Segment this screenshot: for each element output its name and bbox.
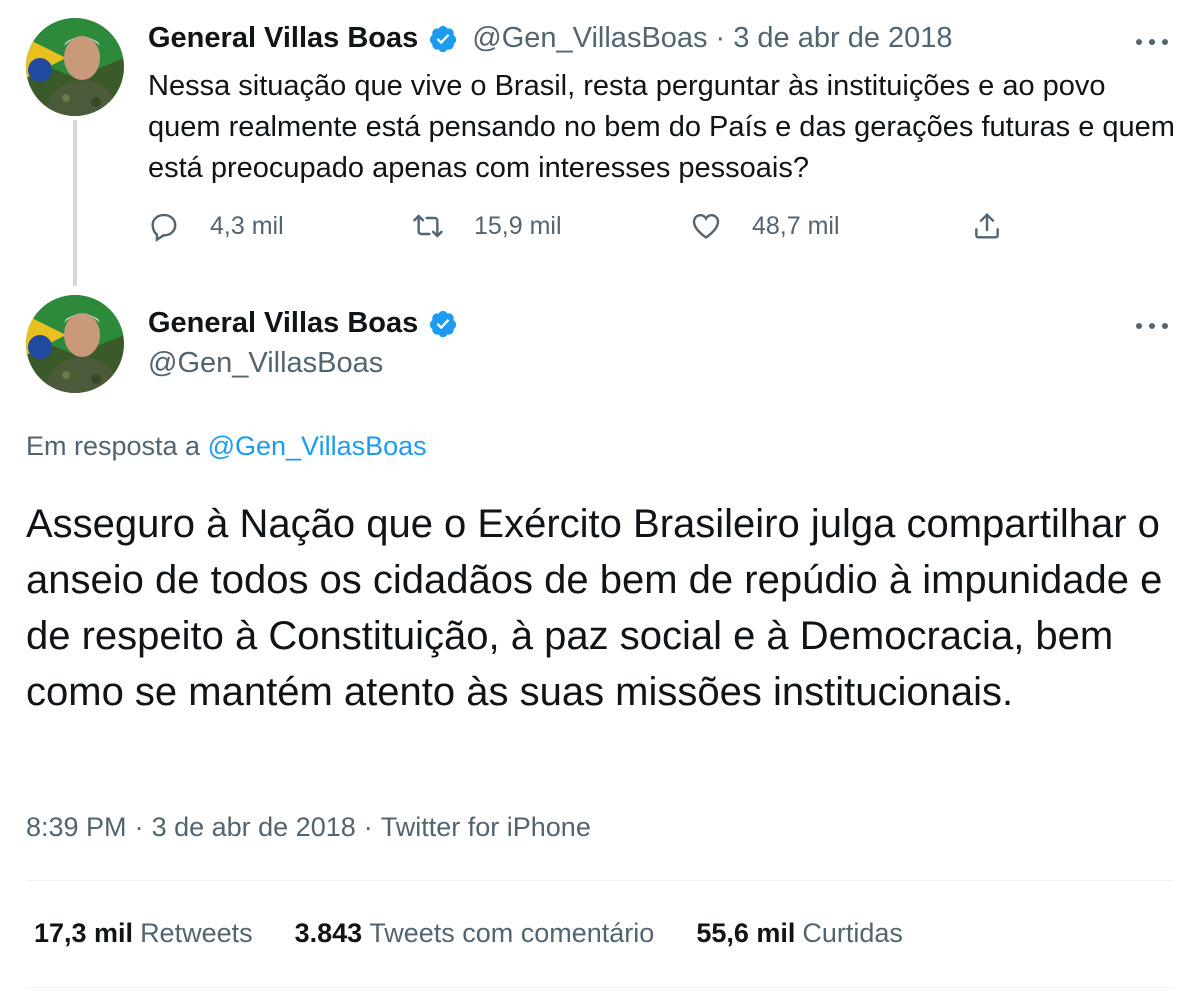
quote-tweets-stat-link[interactable]: 3.843 Tweets com comentário	[295, 918, 655, 949]
retweets-stat-link[interactable]: 17,3 mil Retweets	[34, 918, 253, 949]
tweet-stats: 17,3 mil Retweets 3.843 Tweets com comen…	[34, 918, 903, 949]
avatar-photo	[26, 295, 124, 393]
avatar[interactable]	[26, 295, 124, 393]
reply-prefix: Em resposta a	[26, 431, 201, 461]
tweet-time[interactable]: 8:39 PM	[26, 812, 127, 842]
more-options-icon[interactable]	[1136, 316, 1168, 336]
divider	[26, 987, 1174, 988]
author-display-name[interactable]: General Villas Boas	[148, 22, 418, 55]
reply-count: 4,3 mil	[210, 211, 284, 240]
share-button[interactable]	[971, 210, 1003, 242]
reply-mention-link[interactable]: @Gen_VillasBoas	[208, 431, 427, 461]
quote-tweets-count: 3.843	[294, 918, 363, 948]
tweet-source[interactable]: Twitter for iPhone	[381, 812, 591, 842]
main-tweet-text: Asseguro à Nação que o Exército Brasilei…	[26, 502, 1163, 714]
retweet-button[interactable]: 15,9 mil	[412, 210, 562, 242]
reply-icon	[148, 210, 180, 242]
main-tweet-header: General Villas Boas	[148, 307, 458, 340]
separator-dot: ·	[363, 812, 373, 842]
separator-dot: ·	[715, 22, 726, 54]
avatar[interactable]	[26, 18, 124, 116]
avatar-photo	[26, 18, 124, 116]
share-icon	[971, 210, 1003, 242]
separator-dot: ·	[134, 812, 144, 842]
more-options-icon[interactable]	[1136, 32, 1168, 52]
reply-context: Em resposta a @Gen_VillasBoas	[26, 431, 427, 462]
likes-count: 55,6 mil	[696, 918, 796, 948]
retweet-icon	[412, 210, 444, 242]
author-handle[interactable]: @Gen_VillasBoas	[148, 347, 383, 380]
likes-stat-link[interactable]: 55,6 mil Curtidas	[696, 918, 903, 949]
like-button[interactable]: 48,7 mil	[690, 210, 840, 242]
parent-tweet-header: General Villas Boas @Gen_VillasBoas · 3 …	[148, 22, 953, 55]
tweet-thread-page: General Villas Boas @Gen_VillasBoas · 3 …	[0, 0, 1200, 997]
heart-icon	[690, 210, 722, 242]
thread-connector-line	[73, 120, 77, 286]
retweets-label: Retweets	[140, 918, 253, 948]
like-count: 48,7 mil	[752, 211, 840, 240]
divider	[26, 880, 1174, 881]
tweet-metadata: 8:39 PM · 3 de abr de 2018 · Twitter for iPh…	[26, 812, 591, 843]
parent-tweet-text: Nessa situação que vive o Brasil, resta …	[148, 70, 1175, 184]
verified-badge-icon	[428, 24, 458, 54]
author-display-name[interactable]: General Villas Boas	[148, 307, 418, 340]
reply-button[interactable]: 4,3 mil	[148, 210, 284, 242]
retweets-count: 17,3 mil	[34, 918, 134, 948]
likes-label: Curtidas	[802, 918, 903, 948]
tweet-date[interactable]: 3 de abr de 2018	[733, 22, 952, 55]
verified-badge-icon	[428, 309, 458, 339]
parent-tweet-actions: 4,3 mil 15,9 mil 48,7 mil	[148, 210, 1018, 254]
author-handle[interactable]: @Gen_VillasBoas	[472, 22, 707, 55]
tweet-date[interactable]: 3 de abr de 2018	[152, 812, 356, 842]
retweet-count: 15,9 mil	[474, 211, 562, 240]
quote-tweets-label: Tweets com comentário	[369, 918, 655, 948]
